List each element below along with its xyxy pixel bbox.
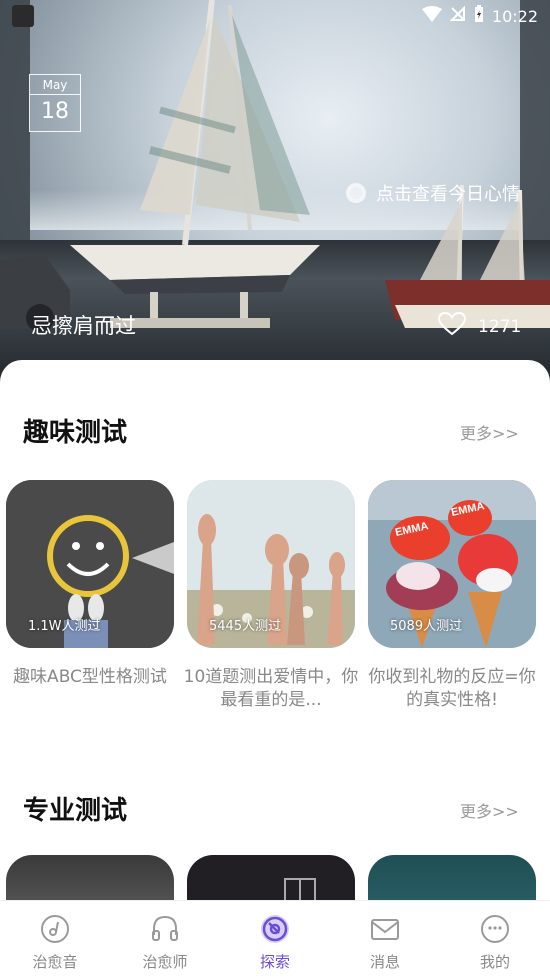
compass-icon <box>261 915 289 943</box>
no-signal-icon <box>449 5 466 26</box>
nav-label: 治愈师 <box>142 953 188 971</box>
test-count: 5445人测过 <box>209 619 282 634</box>
nav-explore[interactable]: 探索 <box>220 901 330 980</box>
envelope-icon <box>371 919 399 940</box>
status-bar: 10:22 <box>0 0 550 32</box>
like-count: 1271 <box>478 316 522 337</box>
headphones-icon <box>152 915 178 941</box>
nav-label: 治愈音 <box>32 953 78 971</box>
fun-test-card-1[interactable]: 1.1W人测过 <box>6 480 174 648</box>
date-badge: May 18 <box>29 74 81 132</box>
view-mood-link[interactable]: 点击查看今日心情 <box>346 180 520 206</box>
fun-test-card-3[interactable]: EMMA EMMA 5089人测过 <box>368 480 536 648</box>
smile-face-icon <box>481 915 509 943</box>
view-mood-label: 点击查看今日心情 <box>376 184 520 205</box>
content-panel: 趣味测试 更多>> 1.1W人测过 趣味ABC型性格测试 5445人测过 10道… <box>0 360 550 980</box>
nav-label: 探索 <box>259 953 290 971</box>
battery-icon <box>474 5 484 27</box>
nav-messages[interactable]: 消息 <box>330 901 440 980</box>
pro-tests-title: 专业测试 <box>23 796 128 826</box>
fun-tests-header: 趣味测试 更多>> <box>0 412 550 452</box>
test-count: 5089人测过 <box>390 619 463 634</box>
like-button[interactable]: 1271 <box>437 311 522 341</box>
fun-tests-title: 趣味测试 <box>23 418 128 448</box>
fun-test-card-2[interactable]: 5445人测过 <box>187 480 355 648</box>
heart-icon <box>437 311 467 341</box>
nav-profile[interactable]: 我的 <box>440 901 550 980</box>
nav-label: 消息 <box>369 953 400 971</box>
date-month: May <box>30 75 80 95</box>
fun-tests-more-link[interactable]: 更多>> <box>460 420 519 444</box>
date-day: 18 <box>41 99 69 124</box>
nav-healing-sound[interactable]: 治愈音 <box>0 901 110 980</box>
status-time: 10:22 <box>491 6 538 26</box>
bottom-navigation: 治愈音 治愈师 探索 消息 我的 <box>0 900 550 980</box>
pro-tests-header: 专业测试 更多>> <box>0 790 550 830</box>
fun-test-caption-2[interactable]: 10道题测出爱情中，你最看重的是... <box>181 666 361 712</box>
hero-banner[interactable]: 10:22 May 18 点击查看今日心情 忌擦肩而过 1271 <box>0 0 550 395</box>
fun-test-caption-1[interactable]: 趣味ABC型性格测试 <box>0 666 180 689</box>
wifi-icon <box>421 6 442 26</box>
music-disc-icon <box>41 915 69 943</box>
nav-healer[interactable]: 治愈师 <box>110 901 220 980</box>
mood-dot-icon <box>346 183 366 203</box>
hero-title: 忌擦肩而过 <box>31 314 136 338</box>
pro-tests-more-link[interactable]: 更多>> <box>460 798 519 822</box>
test-count: 1.1W人测过 <box>28 619 101 634</box>
nav-label: 我的 <box>479 953 510 971</box>
notification-icon <box>12 5 34 27</box>
fun-test-caption-3[interactable]: 你收到礼物的反应=你的真实性格! <box>362 666 542 712</box>
